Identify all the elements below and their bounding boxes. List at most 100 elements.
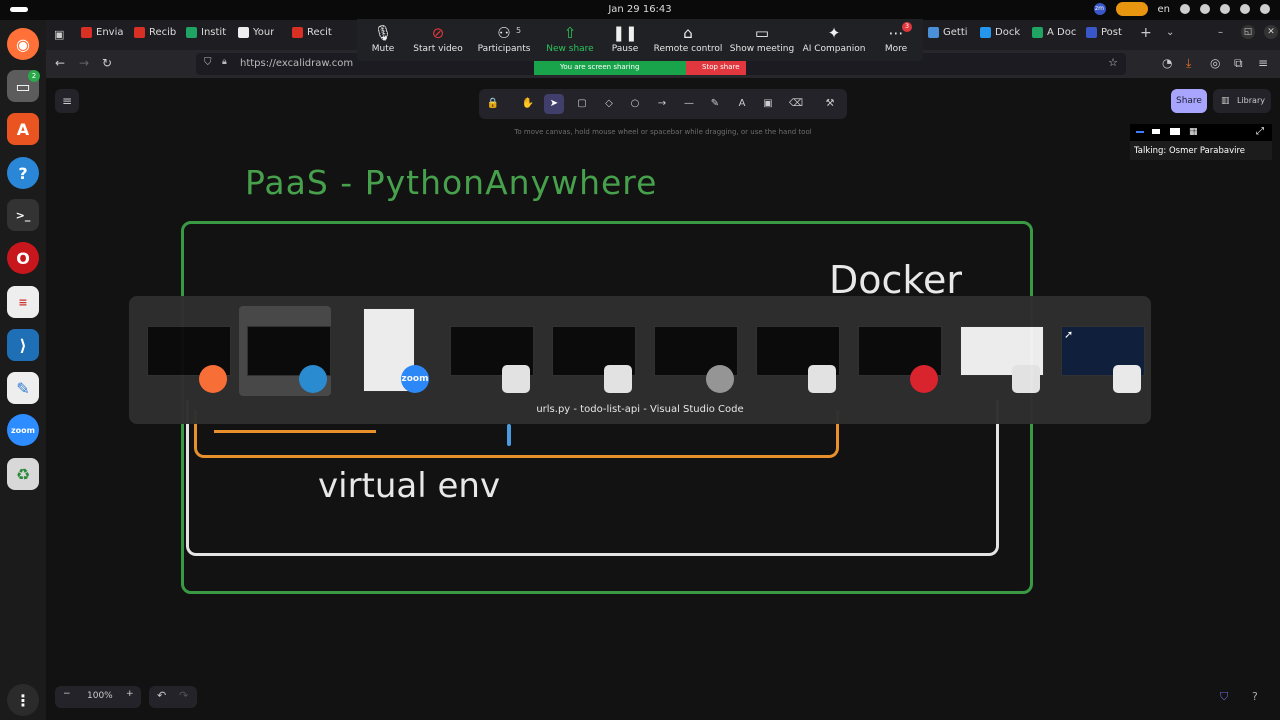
lock-tool[interactable]: 🔒 bbox=[483, 94, 503, 114]
pocket-icon[interactable]: ◔ bbox=[1162, 56, 1172, 70]
browser-tab[interactable]: Dock bbox=[980, 27, 1020, 38]
text-editor-icon[interactable]: ✎ bbox=[7, 372, 39, 404]
firefox-icon[interactable]: ◉ bbox=[7, 28, 39, 60]
screen-sharing-text: You are screen sharing bbox=[560, 63, 640, 71]
share-button[interactable]: Share bbox=[1171, 89, 1207, 113]
blue-stroke[interactable] bbox=[507, 424, 511, 446]
language-indicator[interactable]: en bbox=[1158, 4, 1171, 15]
forward-icon[interactable]: → bbox=[79, 56, 89, 70]
application-dock: ◉ ▭ 2 A ? >_ O ≡ ⟩ ✎ zoom ♻ ⋮ bbox=[0, 20, 46, 720]
switcher-window-reader1[interactable] bbox=[442, 306, 534, 396]
draw-tool[interactable]: ✎ bbox=[705, 94, 725, 114]
eraser-tool[interactable]: ⌫ bbox=[786, 94, 806, 114]
zoom-active-speaker-panel[interactable]: ▦ ⤢ Talking: Osmer Parabavire bbox=[1130, 124, 1272, 160]
switcher-window-files[interactable] bbox=[646, 306, 738, 396]
selection-tool[interactable]: ➤ bbox=[544, 94, 564, 114]
view-options-bar[interactable]: ▦ ⤢ bbox=[1130, 124, 1272, 141]
browser-tab[interactable]: Your bbox=[238, 27, 274, 38]
switcher-window-vscode[interactable] bbox=[239, 306, 331, 396]
lock-icon[interactable]: 🔒︎ bbox=[222, 57, 227, 67]
remote-control-button[interactable]: ⌂ Remote control bbox=[648, 22, 728, 54]
library-label: Library bbox=[1237, 96, 1265, 105]
browser-tab[interactable]: Instit bbox=[186, 27, 226, 38]
screen-share-indicator[interactable] bbox=[1115, 2, 1148, 16]
page-icon bbox=[238, 27, 249, 38]
switcher-window-opera[interactable] bbox=[850, 306, 942, 396]
account-icon[interactable]: ◎ bbox=[1210, 56, 1220, 70]
gallery-view-icon[interactable]: ▦ bbox=[1189, 127, 1198, 137]
more-button[interactable]: ⋯ 3 More bbox=[856, 22, 936, 54]
diamond-tool[interactable]: ◇ bbox=[599, 94, 619, 114]
gmail-icon bbox=[134, 27, 145, 38]
more-tools[interactable]: ⚒ bbox=[820, 94, 840, 114]
new-tab-button[interactable]: + bbox=[1140, 25, 1152, 41]
switcher-window-editor[interactable] bbox=[1053, 306, 1145, 396]
switcher-window-reader2[interactable] bbox=[544, 306, 636, 396]
downloads-icon[interactable]: ⤓ bbox=[1186, 56, 1191, 71]
browser-tab[interactable]: Recib bbox=[134, 27, 176, 38]
ellipse-tool[interactable]: ○ bbox=[625, 94, 645, 114]
text-tool[interactable]: A bbox=[732, 94, 752, 114]
meeting-icon: ▭ bbox=[754, 24, 770, 42]
reload-icon[interactable]: ↻ bbox=[102, 56, 112, 70]
app-center-icon[interactable]: A bbox=[7, 113, 39, 145]
zoom-tray-icon[interactable]: zm bbox=[1093, 3, 1106, 15]
redo-button[interactable]: ↷ bbox=[179, 689, 188, 702]
help-button[interactable]: ? bbox=[1252, 690, 1258, 703]
bookmark-star-icon[interactable]: ☆ bbox=[1108, 56, 1118, 69]
close-window-button[interactable]: ✕ bbox=[1264, 25, 1278, 39]
show-meeting-button[interactable]: ▭ Show meeting bbox=[722, 22, 802, 54]
shield-icon[interactable]: ⛉ bbox=[204, 57, 212, 68]
control-label: Mute bbox=[371, 44, 395, 54]
system-clock[interactable]: Jan 29 16:43 bbox=[0, 4, 1280, 15]
system-tray[interactable]: zm en bbox=[1093, 2, 1270, 16]
switcher-window-firefox[interactable] bbox=[139, 306, 231, 396]
tab-overview-icon[interactable]: ▣ bbox=[54, 28, 64, 41]
opera-icon[interactable]: O bbox=[7, 242, 39, 274]
rectangle-tool[interactable]: ▢ bbox=[572, 94, 592, 114]
zoom-controls: − 100% + bbox=[55, 686, 141, 708]
show-apps-icon[interactable]: ⋮ bbox=[7, 684, 39, 716]
library-button[interactable]: ▥ Library bbox=[1213, 89, 1271, 113]
mouse-icon: ⌂ bbox=[683, 24, 693, 42]
main-menu-button[interactable]: ≡ bbox=[55, 89, 79, 113]
venv-label[interactable]: virtual env bbox=[318, 466, 500, 506]
trash-icon[interactable]: ♻ bbox=[7, 458, 39, 490]
switcher-window-reader3[interactable] bbox=[748, 306, 840, 396]
zoom-level[interactable]: 100% bbox=[87, 691, 113, 701]
thumbnail-view-icon[interactable] bbox=[1170, 128, 1180, 135]
line-tool[interactable]: — bbox=[679, 94, 699, 114]
app-underline-stroke[interactable] bbox=[214, 430, 376, 433]
restore-button[interactable]: ◱ bbox=[1241, 25, 1255, 39]
browser-tab[interactable]: Envia bbox=[81, 27, 123, 38]
speaker-view-icon[interactable] bbox=[1152, 129, 1160, 134]
minimize-view-icon[interactable] bbox=[1136, 131, 1144, 133]
screen-sharing-banner: You are screen sharing bbox=[534, 61, 686, 75]
terminal-icon[interactable]: >_ bbox=[7, 199, 39, 231]
browser-tab[interactable]: Post bbox=[1086, 27, 1122, 38]
help-icon[interactable]: ? bbox=[7, 157, 39, 189]
app-menu-icon[interactable]: ≡ bbox=[1258, 56, 1268, 70]
image-tool[interactable]: ▣ bbox=[758, 94, 778, 114]
zoom-in-button[interactable]: + bbox=[126, 689, 134, 699]
zoom-out-button[interactable]: − bbox=[63, 689, 71, 699]
switcher-window-zoom[interactable]: zoom bbox=[341, 306, 433, 396]
switcher-window-reader4[interactable] bbox=[952, 306, 1044, 396]
drawing-title[interactable]: PaaS - PythonAnywhere bbox=[245, 163, 657, 202]
reader-icon[interactable]: ≡ bbox=[7, 286, 39, 318]
vscode-icon[interactable]: ⟩ bbox=[7, 329, 39, 361]
fullscreen-icon[interactable]: ⤢ bbox=[1256, 126, 1264, 137]
undo-button[interactable]: ↶ bbox=[157, 689, 166, 702]
extensions-icon[interactable]: ⧉ bbox=[1234, 56, 1243, 71]
minimize-button[interactable]: – bbox=[1218, 27, 1223, 38]
encryption-shield-icon[interactable]: ⛉ bbox=[1220, 690, 1228, 704]
stop-share-button[interactable]: Stop share bbox=[686, 61, 746, 75]
browser-tab[interactable]: A Doc bbox=[1032, 27, 1076, 38]
tab-list-chevron-icon[interactable]: ⌄ bbox=[1166, 27, 1174, 38]
browser-tab[interactable]: Recit bbox=[292, 27, 332, 38]
hand-tool[interactable]: ✋ bbox=[518, 94, 538, 114]
arrow-tool[interactable]: → bbox=[652, 94, 672, 114]
back-icon[interactable]: ← bbox=[55, 56, 65, 70]
docker-icon bbox=[980, 27, 991, 38]
zoom-icon[interactable]: zoom bbox=[7, 414, 39, 446]
